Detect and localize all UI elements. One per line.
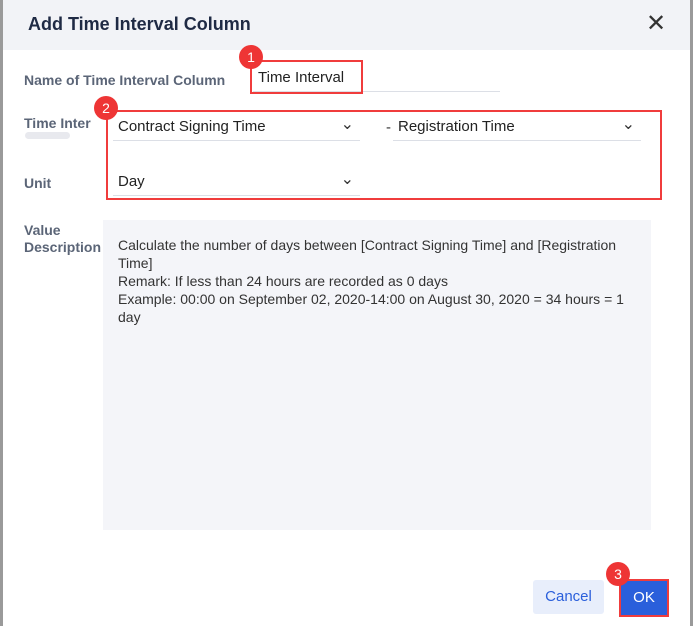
dialog-title: Add Time Interval Column [28,14,251,34]
close-icon[interactable]: ✕ [646,12,666,36]
add-time-interval-dialog: Add Time Interval Column ✕ Name of Time … [3,0,690,626]
description-box: Calculate the number of days between [Co… [103,220,651,530]
unit-label: Unit [24,175,52,191]
annotation-badge-2: 2 [94,96,118,120]
highlight-box-2 [106,110,662,200]
annotation-badge-3: 3 [606,562,630,586]
description-label: Value Description [24,222,102,255]
dialog-header: Add Time Interval Column ✕ [3,0,690,50]
description-text: Calculate the number of days between [Co… [118,237,624,325]
ok-button[interactable]: OK [619,579,669,617]
scrollbar[interactable] [25,132,70,139]
highlight-box-1 [250,60,363,94]
annotation-badge-1: 1 [239,45,263,69]
cancel-button[interactable]: Cancel [533,580,604,614]
name-label: Name of Time Interval Column [24,72,226,88]
interval-label: Time Inter [24,115,91,131]
